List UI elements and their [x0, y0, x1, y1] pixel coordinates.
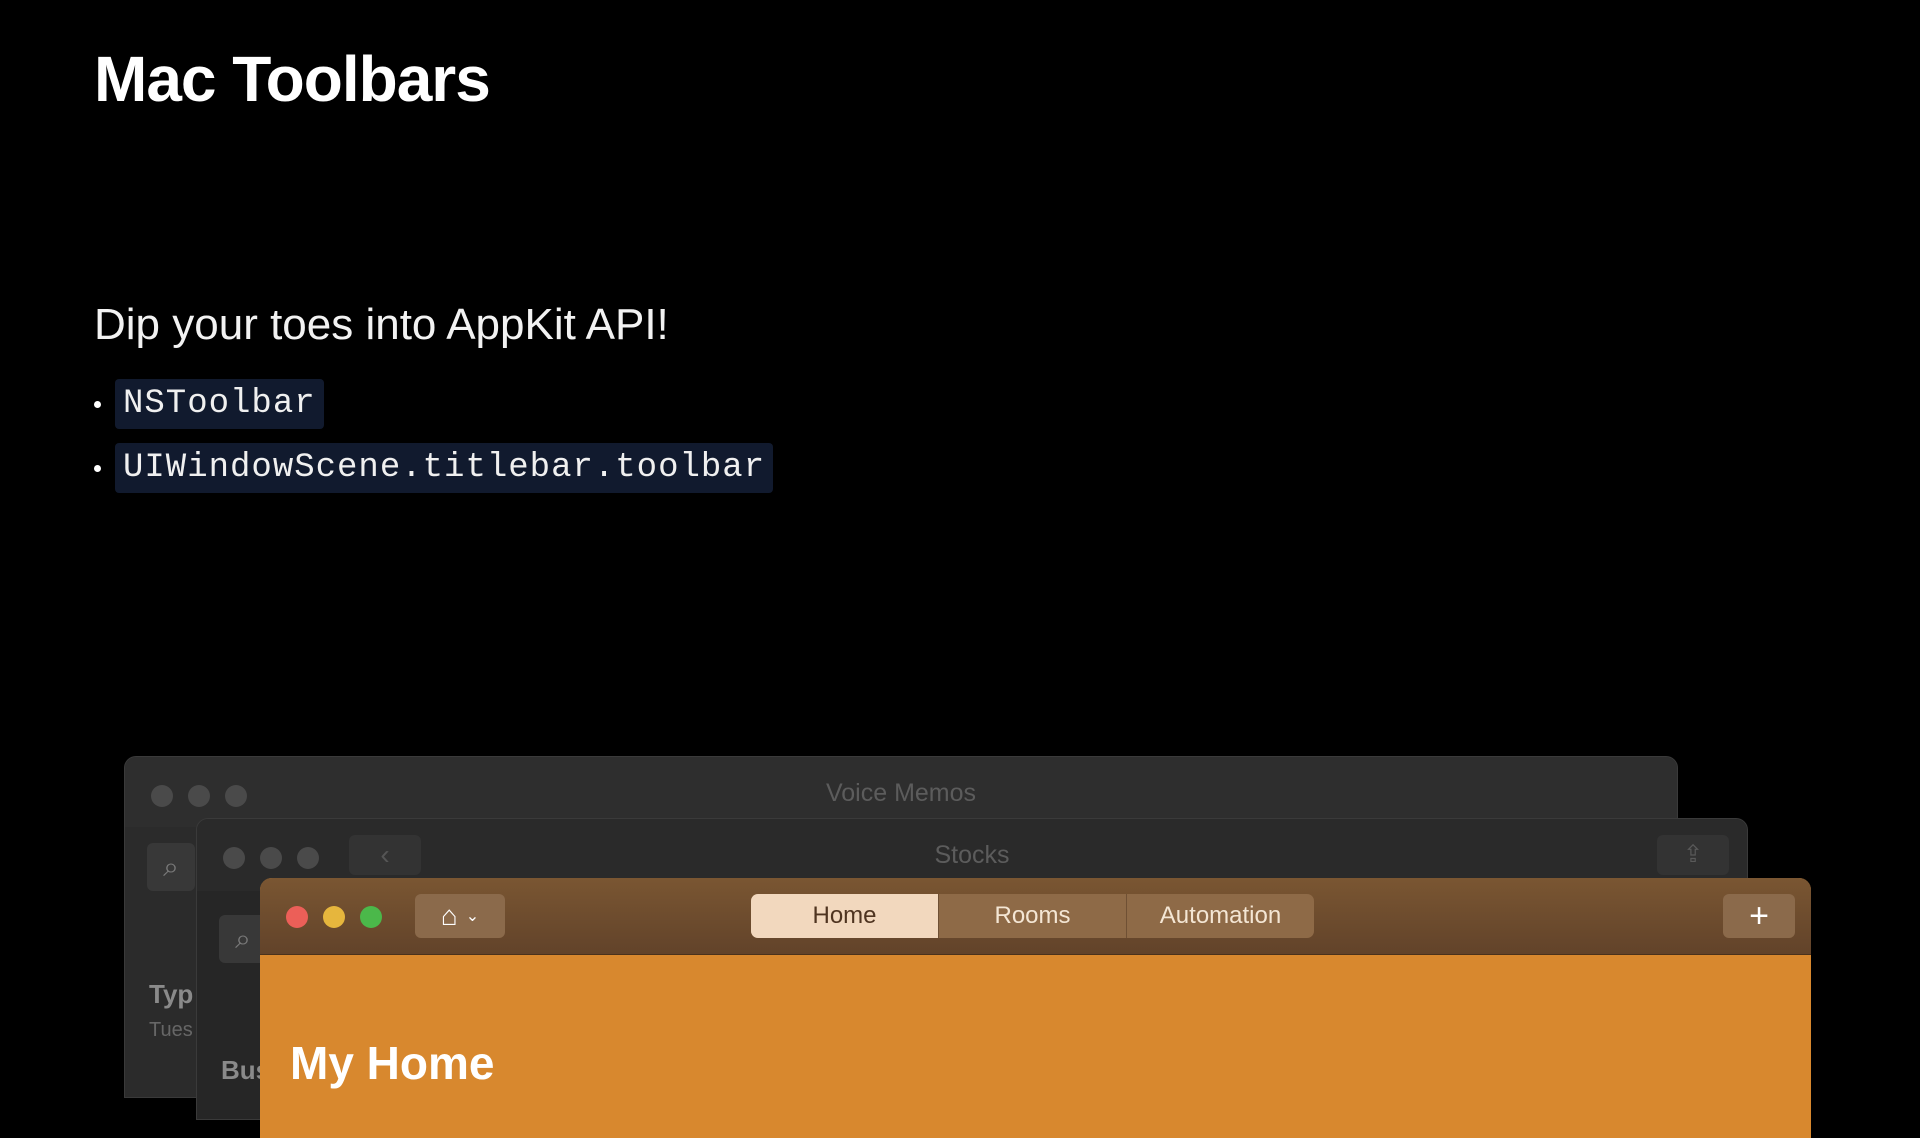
- house-icon: ⌂: [440, 900, 458, 931]
- add-button[interactable]: +: [1723, 894, 1795, 938]
- slide-title: Mac Toolbars: [94, 43, 491, 115]
- code-nstoolbar: NSToolbar: [115, 379, 324, 429]
- search-icon[interactable]: ⌕: [147, 843, 195, 891]
- segmented-control: Home Rooms Automation: [751, 894, 1314, 938]
- window-title: Voice Memos: [825, 779, 977, 807]
- zoom-button[interactable]: [360, 906, 382, 928]
- bullet-item: UIWindowScene.titlebar.toolbar: [94, 436, 774, 500]
- share-button[interactable]: ⇪: [1657, 835, 1729, 875]
- bullet-list: NSToolbar UIWindowScene.titlebar.toolbar: [94, 372, 774, 500]
- minimize-button[interactable]: [323, 906, 345, 928]
- bullet-dot: [94, 400, 101, 408]
- tab-rooms[interactable]: Rooms: [938, 894, 1126, 938]
- chevron-down-icon: ⌄: [465, 908, 480, 925]
- date-fragment: Tues: [149, 1019, 193, 1041]
- home-titlebar: ⌂ ⌄ Home Rooms Automation +: [260, 878, 1811, 955]
- window-title: Stocks: [934, 841, 1010, 869]
- slide-subtitle: Dip your toes into AppKit API!: [94, 300, 669, 349]
- voice-memos-titlebar: Voice Memos: [125, 757, 1677, 827]
- section-label: Typ: [149, 979, 194, 1009]
- bullet-dot: [94, 464, 101, 472]
- code-titlebar-toolbar: UIWindowScene.titlebar.toolbar: [115, 443, 774, 493]
- tab-home[interactable]: Home: [751, 894, 938, 938]
- home-popup-button[interactable]: ⌂ ⌄: [415, 894, 505, 938]
- tab-automation[interactable]: Automation: [1126, 894, 1314, 938]
- close-button[interactable]: [286, 906, 308, 928]
- home-main-title: My Home: [290, 1037, 495, 1089]
- bullet-item: NSToolbar: [94, 372, 773, 436]
- window-controls: [286, 906, 382, 928]
- home-window: ⌂ ⌄ Home Rooms Automation + My Home: [260, 878, 1811, 1138]
